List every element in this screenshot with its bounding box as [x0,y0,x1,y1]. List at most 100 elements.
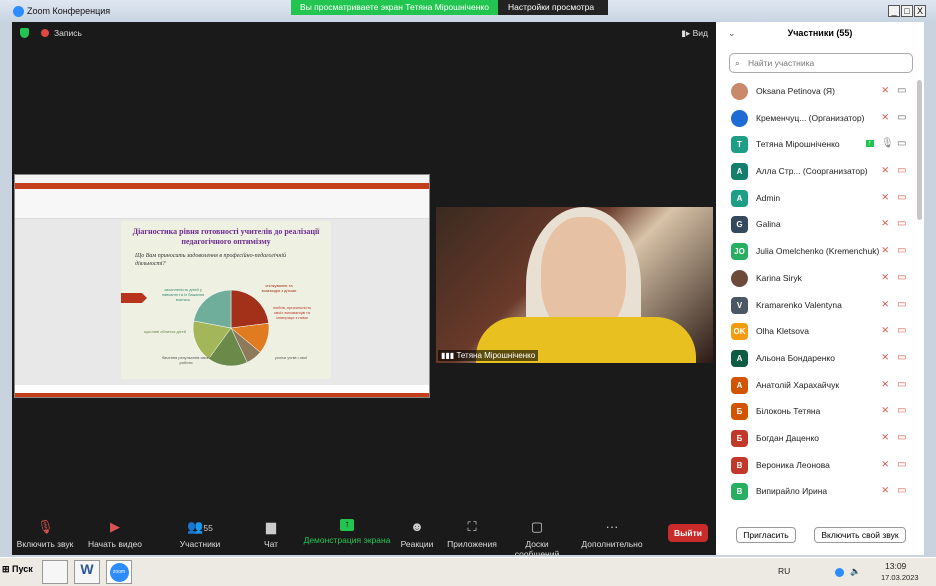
start-button[interactable]: ⊞ Пуск [2,564,33,575]
avatar: OK [731,323,748,341]
participant-row[interactable]: T Тетяна Мірошніченко ↑ 🎙 ▭ [716,131,916,158]
slide: Діагностика рівня готовності учителів до… [121,221,331,379]
view-button[interactable]: ▮▸ Вид [681,28,708,39]
mic-muted-icon: ⨯ [881,245,890,257]
chat-icon: ▆ [266,519,276,534]
participant-row[interactable]: Б Богдан Даценко ⨯ ▭ [716,425,916,452]
video-tile[interactable]: ▮▮▮ Тетяна Мірошніченко [436,207,713,363]
taskbar-word-icon[interactable]: W [74,560,100,584]
camera-off-icon: ▭ [897,431,907,443]
mic-icon: 🎙 [881,138,894,150]
camera-off-icon: ▭ [897,378,907,390]
camera-icon: ▭ [897,138,907,150]
mic-muted-icon: ⨯ [881,325,890,337]
minimize-button[interactable]: _ [888,5,900,17]
avatar: G [731,216,748,234]
leave-button[interactable]: Выйти [668,524,708,542]
unmute-self-button[interactable]: Включить свой звук [814,527,906,543]
chat-label: Чат [263,539,279,549]
camera-off-icon: ▭ [897,351,907,363]
participant-name: Galina [756,219,781,230]
participant-row[interactable]: A Алла Стр... (Соорганизатор) ⨯ ▭ [716,158,916,185]
view-options-button[interactable]: Настройки просмотра ⌄ [498,0,608,27]
unmute-label: Включить звук [16,539,74,549]
camera-off-icon: ▭ [897,298,907,310]
camera-off-icon: ▭ [897,405,907,417]
camera-off-icon: ▭ [897,218,907,230]
whiteboard-button[interactable]: ▢ Доски сообщений [502,515,572,559]
reactions-label: Реакции [400,539,434,549]
video-name: ▮▮▮ Тетяна Мірошніченко [438,350,539,361]
participant-row[interactable]: Karina Siryk ⨯ ▭ [716,265,916,292]
taskbar-document-icon[interactable] [42,560,68,584]
avatar [731,269,748,287]
camera-off-icon: ▭ [897,458,907,470]
taskbar: ⊞ Пуск W zoom RU 🔈 13:09 17.03.2023 [0,557,936,586]
security-shield-icon[interactable] [20,28,29,38]
avatar: V [731,296,748,314]
participant-row[interactable]: B Вероника Леонова ⨯ ▭ [716,452,916,479]
participant-search-input[interactable]: Найти участника [729,53,913,73]
clock-time: 13:09 [885,561,907,571]
start-video-button[interactable]: ▶ Начать видео [80,515,150,549]
ppt-workspace: Діагностика рівня готовності учителів до… [15,219,429,385]
participant-row[interactable]: Кременчуц... (Организатор) ⨯ ▭ [716,105,916,132]
start-label: Пуск [12,564,33,574]
scrollbar[interactable] [917,80,922,220]
apps-button[interactable]: ⛶ Приложения [437,515,507,549]
avatar: A [731,189,748,207]
apps-label: Приложения [447,539,497,549]
participants-label: Участники [179,539,221,549]
participant-name: Анатолій Харахайчук [756,379,840,390]
participant-row[interactable]: OK Olha Kletsova ⨯ ▭ [716,318,916,345]
participant-row[interactable]: A Альона Бондаренко ⨯ ▭ [716,345,916,372]
participant-name: Karina Siryk [756,272,802,283]
invite-button[interactable]: Пригласить [736,527,796,543]
mic-muted-icon: ⨯ [881,271,890,283]
zoom-app-icon: zoom [109,563,129,582]
avatar: A [731,376,748,394]
participant-name: Kramarenko Valentyna [756,299,842,310]
unmute-button[interactable]: 🎙 Включить звук [10,515,80,549]
pie-label: бачення результатів своєї роботи [162,355,210,365]
maximize-button[interactable]: □ [901,5,913,17]
zoom-tray-icon[interactable] [835,568,844,577]
participant-name: Вероника Леонова [756,459,830,470]
recording-label[interactable]: Запись [54,28,82,38]
participants-button[interactable]: 👥55 Участники [165,515,235,549]
chat-button[interactable]: ▆ Чат [236,515,306,549]
mic-off-icon: 🎙 [37,519,54,534]
participant-row[interactable]: B Випирайло Ирина ⨯ ▭ [716,478,916,505]
participant-row[interactable]: G Galina ⨯ ▭ [716,211,916,238]
video-off-icon: ▶ [110,519,120,534]
close-button[interactable]: X [914,5,926,17]
participant-row[interactable]: A Анатолій Харахайчук ⨯ ▭ [716,372,916,399]
share-screen-label: Демонстрация экрана [303,535,391,545]
volume-icon[interactable]: 🔈 [850,566,861,577]
language-indicator[interactable]: RU [778,566,790,576]
start-video-label: Начать видео [87,539,142,549]
camera-off-icon: ▭ [897,485,907,497]
participant-row[interactable]: A Admin ⨯ ▭ [716,185,916,212]
pie-slice [230,289,269,329]
avatar [731,83,748,100]
participant-row[interactable]: Б Білоконь Тетяна ⨯ ▭ [716,398,916,425]
mic-muted-icon: ⨯ [881,85,890,96]
pie-label: любов, прихильність своїх вихованців та … [272,305,312,320]
reactions-icon: ☻ [410,519,424,534]
zoom-logo-icon [13,6,24,17]
mic-muted-icon: ⨯ [881,378,890,390]
participant-row[interactable]: B Віктор Шаповал Кременчук ⨯ ▭ [716,505,916,508]
view-label: Вид [692,28,708,38]
camera-off-icon: ▭ [897,165,907,177]
ppt-statusbar [15,393,429,397]
participant-row[interactable]: V Kramarenko Valentyna ⨯ ▭ [716,292,916,319]
more-button[interactable]: ··· Дополнительно [577,515,647,549]
participants-icon: 👥55 [187,519,213,534]
taskbar-zoom-button[interactable]: zoom [106,560,132,584]
avatar: B [731,456,748,474]
collapse-chevron-icon[interactable]: ⌄ [728,22,736,44]
participant-row[interactable]: JO Julia Omelchenko (Kremenchuk) ⨯ ▭ [716,238,916,265]
meeting-toolbar: 🎙 Включить звук ▶ Начать видео 👥55 Участник… [10,515,716,559]
participant-row[interactable]: Oksana Petinova (Я) ⨯ ▭ [716,78,916,105]
